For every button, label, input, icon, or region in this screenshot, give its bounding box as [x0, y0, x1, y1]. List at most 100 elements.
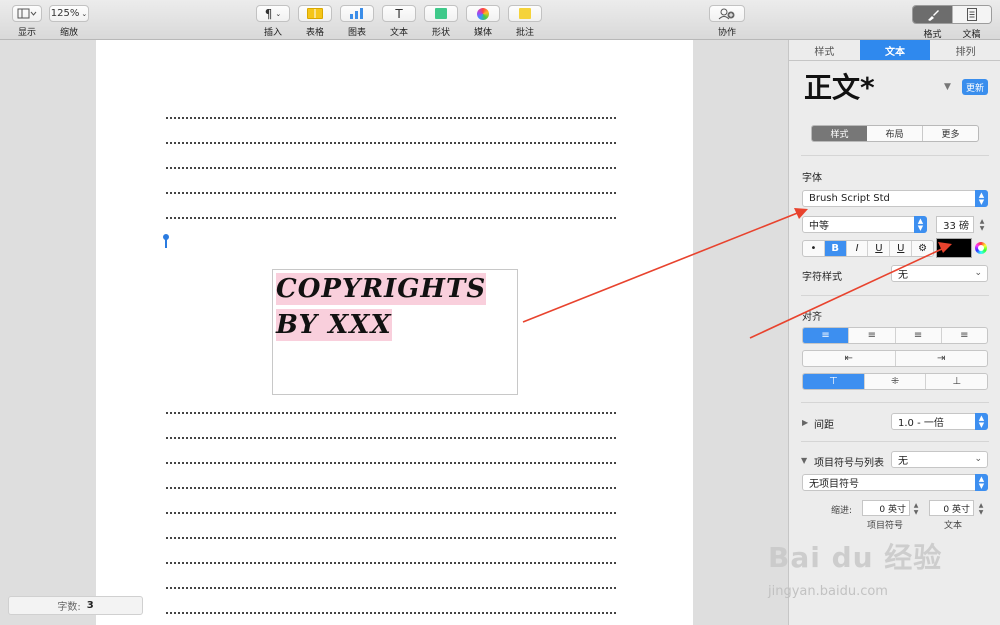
increase-indent-icon[interactable]: ⇥	[894, 351, 988, 366]
shape-button[interactable]	[424, 5, 458, 22]
display-label: 显示	[17, 28, 36, 38]
insert-label: 插入	[263, 28, 282, 38]
bullet-indent-stepper[interactable]: ▲ ▼	[912, 501, 920, 516]
indent-controls: ⇤ ⇥	[802, 350, 988, 367]
textbox-line[interactable]: COPYRIGHTS	[276, 273, 487, 305]
chart-button[interactable]	[340, 5, 374, 22]
triangle-down-icon[interactable]: ▼	[944, 82, 951, 92]
document-canvas[interactable]: COPYRIGHTS BY XXX	[0, 40, 788, 625]
align-left-icon[interactable]: ≡	[803, 328, 849, 343]
dotted-line	[166, 412, 616, 414]
align-justify-icon[interactable]: ≡	[940, 328, 987, 343]
sidebar-icon[interactable]	[12, 5, 42, 22]
bullet-indent-field[interactable]: 0 英寸	[862, 500, 910, 516]
table-icon	[307, 8, 323, 19]
zoom-tool[interactable]: 125% ⌄ 缩放	[49, 5, 89, 38]
insert-tool[interactable]: ¶ ⌄ 插入	[256, 5, 290, 38]
document-label: 文稿	[962, 30, 981, 40]
bold-button[interactable]: B	[823, 241, 846, 256]
text-color-well[interactable]	[936, 238, 972, 258]
copyright-textbox[interactable]: COPYRIGHTS BY XXX	[272, 269, 518, 395]
document-icon[interactable]	[952, 6, 991, 23]
font-size-field[interactable]: 33 磅	[936, 216, 974, 233]
inspector-tabs: 样式 文本 排列	[789, 40, 1000, 61]
divider	[801, 402, 989, 403]
align-right-icon[interactable]: ≡	[894, 328, 941, 343]
inspector-switcher-labels: 格式 文稿	[913, 24, 991, 40]
media-tool[interactable]: 媒体	[466, 5, 500, 38]
bullets-value: 无	[898, 456, 908, 467]
media-button[interactable]	[466, 5, 500, 22]
dotted-line	[166, 192, 616, 194]
bullets-label: 项目符号与列表	[814, 458, 884, 469]
bullet-indent-value: 0 英寸	[879, 504, 906, 515]
subtab-layout[interactable]: 布局	[867, 126, 922, 141]
align-bottom-icon[interactable]: ⊥	[925, 374, 987, 389]
zoom-select[interactable]: 125% ⌄	[49, 5, 89, 22]
tab-style[interactable]: 样式	[789, 40, 860, 60]
text-indent-field[interactable]: 0 英寸	[929, 500, 974, 516]
text-tool[interactable]: T 文本	[382, 5, 416, 38]
paragraph-style-name[interactable]: 正文*	[804, 66, 875, 106]
vertical-alignment: ⊤ ⁜ ⊥	[802, 373, 988, 390]
font-size-value: 33 磅	[943, 221, 969, 232]
comment-button[interactable]	[508, 5, 542, 22]
comment-tool[interactable]: 批注	[508, 5, 542, 38]
insert-button[interactable]: ¶ ⌄	[256, 5, 290, 22]
align-top-icon[interactable]: ⊤	[803, 374, 864, 389]
align-middle-icon[interactable]: ⁜	[863, 374, 926, 389]
text-label: 文本	[389, 28, 408, 38]
dotted-line	[166, 117, 616, 119]
subtab-style[interactable]: 样式	[812, 126, 867, 141]
subtab-more[interactable]: 更多	[922, 126, 978, 141]
font-size-stepper[interactable]: ▲ ▼	[978, 217, 986, 232]
bullets-select[interactable]: 无 ⌄	[891, 451, 988, 468]
disclosure-down-icon[interactable]: ▼	[801, 456, 807, 465]
shape-icon	[435, 8, 447, 19]
font-family-select[interactable]: Brush Script Std ▲ ▼	[802, 190, 988, 207]
format-label: 格式	[923, 30, 942, 40]
color-wheel-icon[interactable]	[975, 242, 987, 254]
italic-button[interactable]: I	[845, 241, 868, 256]
bullet-type-select[interactable]: 无项目符号 ▲ ▼	[802, 474, 988, 491]
tab-text[interactable]: 文本	[859, 40, 931, 60]
text-cursor	[163, 234, 169, 248]
media-label: 媒体	[473, 28, 492, 38]
dotted-line	[166, 587, 616, 589]
text-button[interactable]: T	[382, 5, 416, 22]
spacing-select[interactable]: 1.0 - 一倍 ▲ ▼	[891, 413, 988, 430]
word-count[interactable]: 字数: 3	[8, 596, 143, 615]
document-page[interactable]: COPYRIGHTS BY XXX	[96, 40, 693, 625]
shape-tool[interactable]: 形状	[424, 5, 458, 38]
collab-button[interactable]	[709, 5, 745, 22]
strikethrough-button[interactable]: U	[889, 241, 911, 256]
text-indent-value: 0 英寸	[943, 504, 970, 515]
table-button[interactable]	[298, 5, 332, 22]
tab-arrange[interactable]: 排列	[930, 40, 1000, 60]
char-style-select[interactable]: 无 ⌄	[891, 265, 988, 282]
text-indent-stepper[interactable]: ▲ ▼	[977, 501, 985, 516]
display-tool[interactable]: 显示	[12, 5, 42, 38]
decrease-indent-icon[interactable]: ⇤	[803, 351, 895, 366]
chart-tool[interactable]: 图表	[340, 5, 374, 38]
bullet-format-button[interactable]: •	[803, 241, 824, 256]
table-tool[interactable]: 表格	[298, 5, 332, 38]
font-weight-select[interactable]: 中等 ▲ ▼	[802, 216, 927, 233]
dotted-line	[166, 537, 616, 539]
dotted-line	[166, 612, 616, 614]
char-style-value: 无	[898, 270, 908, 281]
textbox-line[interactable]: BY XXX	[276, 309, 392, 341]
spacing-value: 1.0 - 一倍	[898, 418, 944, 429]
divider	[801, 155, 989, 156]
font-weight-value: 中等	[809, 221, 829, 232]
underline-button[interactable]: U	[867, 241, 889, 256]
collab-tool[interactable]: 协作	[709, 5, 745, 38]
format-brush-icon[interactable]	[913, 6, 952, 23]
text-icon: T	[395, 6, 403, 21]
gear-icon[interactable]: ⚙	[911, 241, 933, 256]
align-center-icon[interactable]: ≡	[848, 328, 894, 343]
word-count-value: 3	[86, 600, 94, 611]
dotted-line	[166, 512, 616, 514]
update-style-button[interactable]: 更新	[962, 79, 988, 95]
disclosure-right-icon[interactable]: ▶	[802, 418, 808, 427]
